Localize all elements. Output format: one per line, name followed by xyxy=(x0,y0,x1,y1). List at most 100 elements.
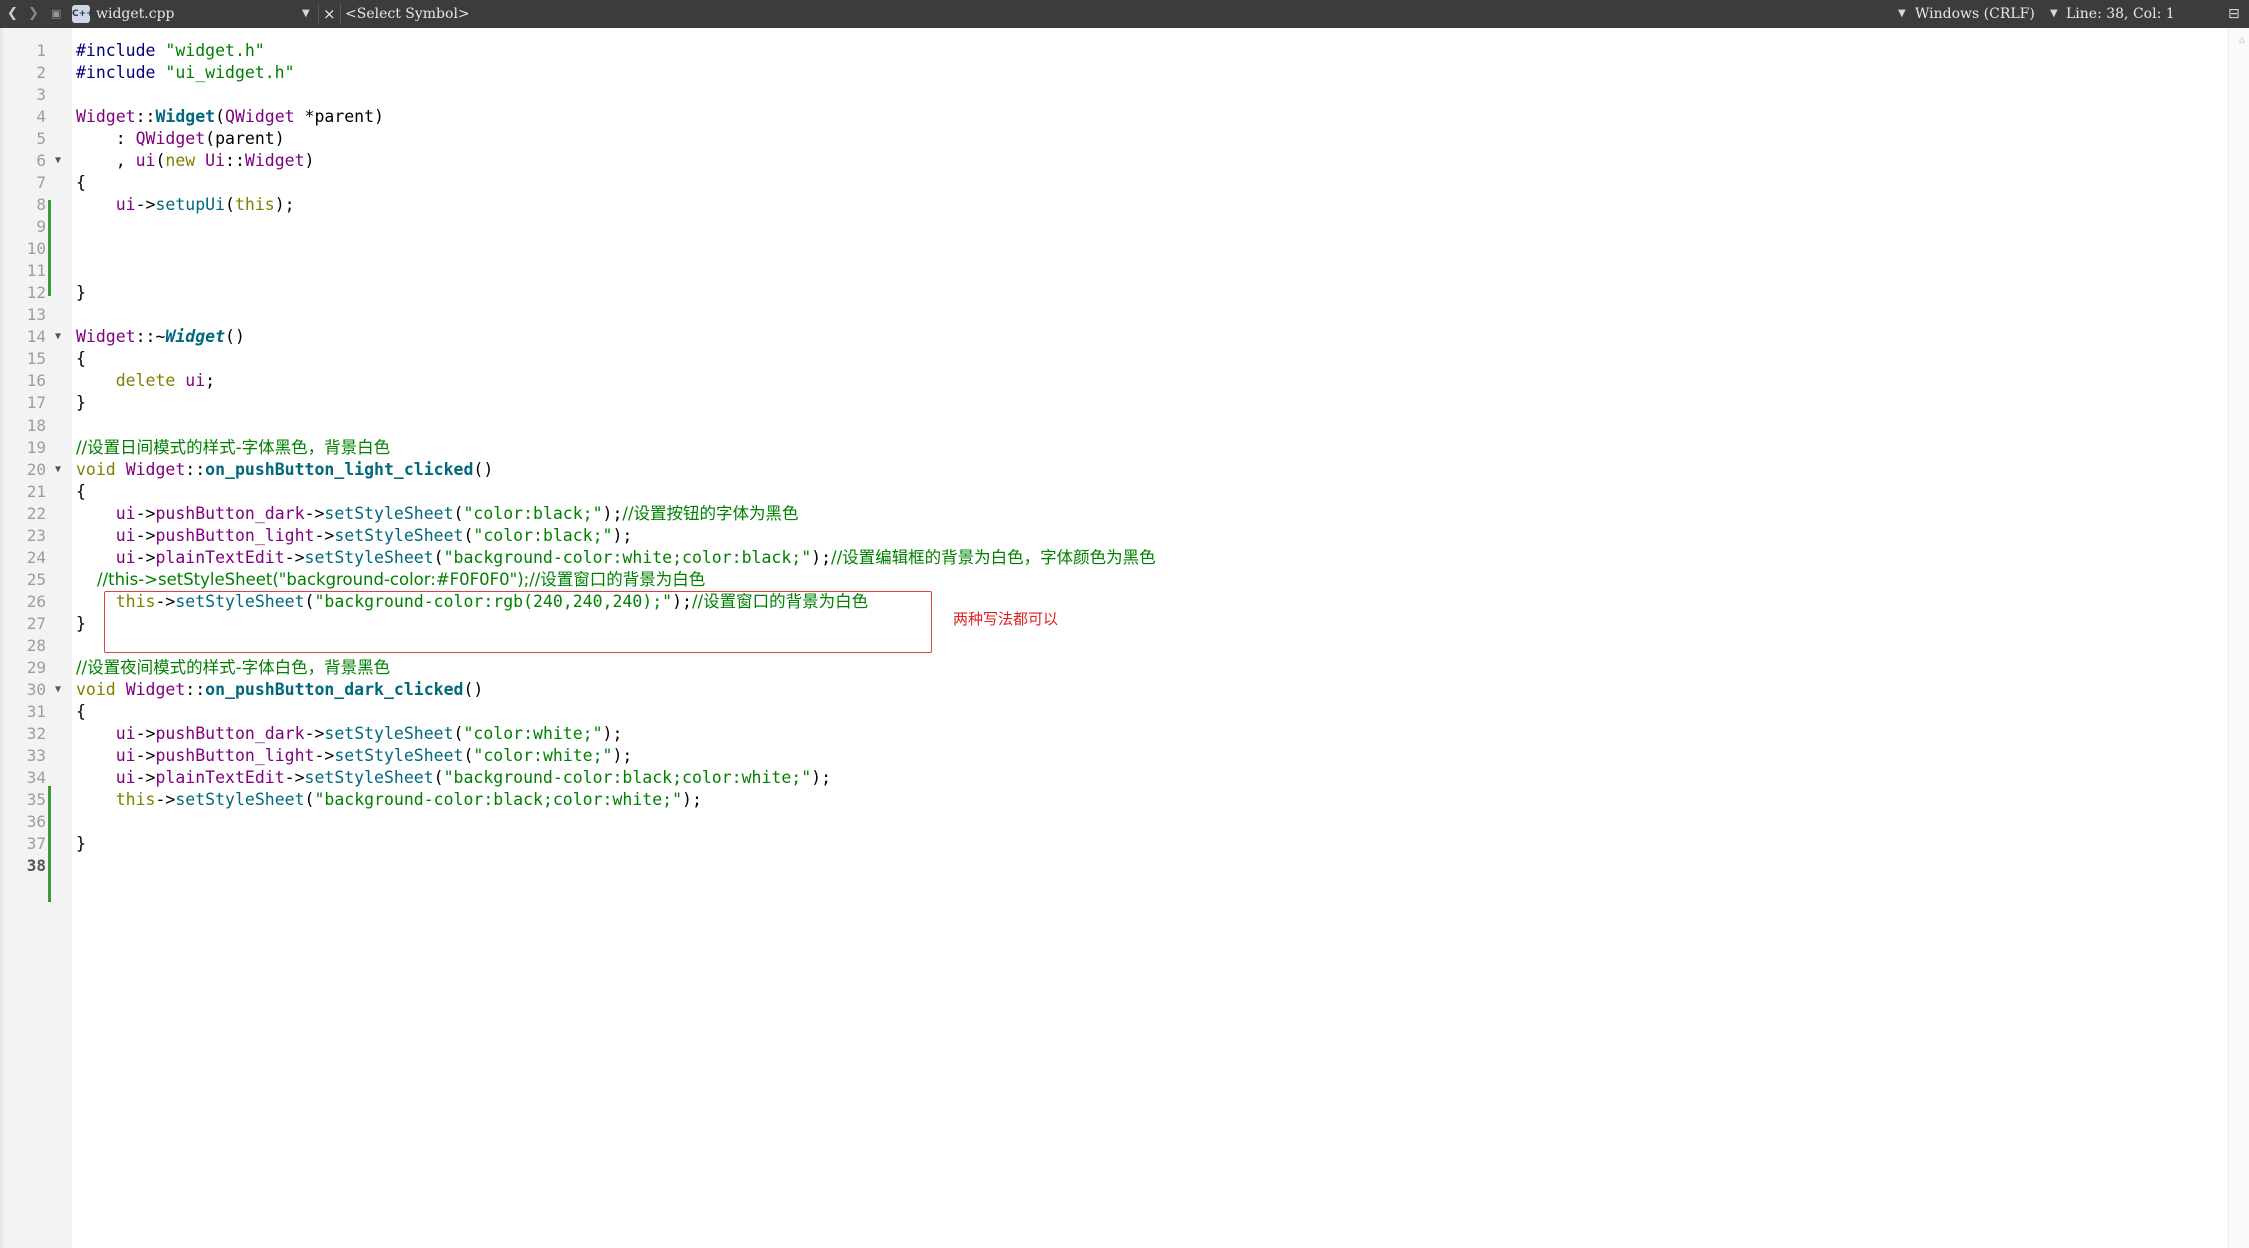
code-line[interactable]: 16 delete ui; xyxy=(0,370,2000,392)
code-token: QWidget xyxy=(225,107,295,127)
code-token: Widget xyxy=(125,679,186,699)
code-token: -> xyxy=(135,195,156,215)
code-line[interactable]: 35 this->setStyleSheet("background-color… xyxy=(0,789,2000,811)
code-line[interactable]: 36 xyxy=(0,811,2000,833)
code-text: { xyxy=(76,348,86,370)
code-line[interactable]: 20 ▼ void Widget::on_pushButton_light_clic… xyxy=(0,459,2000,481)
chevron-down-icon[interactable]: ▼ xyxy=(2050,0,2058,28)
lock-icon[interactable]: ▣ xyxy=(51,0,61,28)
code-line[interactable]: 1 #include "widget.h" xyxy=(0,40,2000,62)
overview-ruler[interactable]: △ xyxy=(2228,28,2249,1248)
code-line[interactable]: 31 { xyxy=(0,701,2000,723)
code-line[interactable]: 2 #include "ui_widget.h" xyxy=(0,62,2000,84)
code-token: setStyleSheet xyxy=(304,547,434,567)
code-token: ); xyxy=(274,195,295,215)
code-line[interactable]: 8 ui->setupUi(this); xyxy=(0,194,2000,216)
line-number: 28 xyxy=(26,635,46,655)
line-number: 32 xyxy=(26,723,46,743)
code-line[interactable]: 13 xyxy=(0,304,2000,326)
code-line[interactable]: 15 { xyxy=(0,348,2000,370)
code-line[interactable]: 19 //设置日间模式的样式-字体黑色，背景白色 xyxy=(0,437,2000,459)
code-line[interactable]: 6 ▼ , ui(new Ui::Widget) xyxy=(0,150,2000,172)
line-number: 35 xyxy=(26,790,46,810)
code-line[interactable]: 30 ▼ void Widget::on_pushButton_dark_click… xyxy=(0,679,2000,701)
code-line[interactable]: 32 ui->pushButton_dark->setStyleSheet("c… xyxy=(0,723,2000,745)
code-line[interactable]: 38 xyxy=(0,855,2000,877)
code-line[interactable]: 29 //设置夜间模式的样式-字体白色，背景黑色 xyxy=(0,657,2000,679)
line-number: 16 xyxy=(26,371,46,391)
code-token: -> xyxy=(304,723,325,743)
code-token: Widget xyxy=(76,107,136,127)
code-line[interactable]: 12} xyxy=(0,282,2000,304)
code-line[interactable]: 10 xyxy=(0,238,2000,260)
code-token: ( xyxy=(304,790,315,810)
code-token: } xyxy=(76,834,86,854)
code-line[interactable]: 24 ui->plainTextEdit->setStyleSheet("bac… xyxy=(0,547,2000,569)
code-token: ( xyxy=(463,525,474,545)
code-text: delete ui; xyxy=(76,370,215,392)
scroll-up-icon[interactable]: △ xyxy=(2239,34,2245,45)
code-token: Widget xyxy=(125,459,186,479)
file-selector[interactable]: widget.cpp xyxy=(96,0,175,28)
chevron-down-icon[interactable]: ▼ xyxy=(1898,0,1906,28)
cursor-position[interactable]: Line: 38, Col: 1 xyxy=(2066,0,2175,28)
fold-toggle-icon[interactable]: ▼ xyxy=(55,326,61,348)
symbol-selector[interactable]: <Select Symbol> xyxy=(345,0,470,28)
fold-toggle-icon[interactable]: ▼ xyxy=(55,459,61,481)
highlight-box xyxy=(104,591,932,653)
code-token: pushButton_dark xyxy=(155,723,305,743)
code-token: { xyxy=(76,349,86,369)
code-line[interactable]: 25 //this->setStyleSheet("background-col… xyxy=(0,569,2000,591)
line-number: 19 xyxy=(26,437,46,457)
code-text: } xyxy=(76,613,86,635)
line-number: 18 xyxy=(26,415,46,435)
line-number: 1 xyxy=(36,41,46,60)
code-token: :: xyxy=(185,459,206,479)
code-line[interactable]: 5 : QWidget(parent) xyxy=(0,128,2000,150)
code-line[interactable]: 34 ui->plainTextEdit->setStyleSheet("bac… xyxy=(0,767,2000,789)
code-line[interactable]: 7{ xyxy=(0,172,2000,194)
code-token: -> xyxy=(135,767,156,787)
code-token: pushButton_light xyxy=(155,745,315,765)
code-line[interactable]: 23 ui->pushButton_light->setStyleSheet("… xyxy=(0,525,2000,547)
split-icon[interactable]: ⊟ xyxy=(2228,0,2240,28)
fold-toggle-icon[interactable]: ▼ xyxy=(55,679,61,701)
code-line[interactable]: 3 xyxy=(0,84,2000,106)
code-token: ); xyxy=(612,745,633,765)
close-icon[interactable]: × xyxy=(323,0,336,28)
chevron-left-icon[interactable]: ❮ xyxy=(7,0,18,28)
fold-toggle-icon[interactable]: ▼ xyxy=(55,150,61,172)
code-token: setStyleSheet xyxy=(334,745,464,765)
code-line[interactable]: 33 ui->pushButton_light->setStyleSheet("… xyxy=(0,745,2000,767)
chevron-right-icon[interactable]: ❯ xyxy=(28,0,39,28)
code-line[interactable]: 17} xyxy=(0,392,2000,414)
chevron-down-icon[interactable]: ▼ xyxy=(302,0,310,28)
line-number: 5 xyxy=(36,129,46,149)
code-text: ui->pushButton_dark->setStyleSheet("colo… xyxy=(76,503,799,525)
line-number: 4 xyxy=(36,107,46,127)
code-editor[interactable]: 1 #include "widget.h" 2 #include "ui_widget… xyxy=(0,28,2249,1248)
code-text: : QWidget(parent) xyxy=(76,128,285,150)
code-token: //设置日间模式的样式-字体黑色，背景白色 xyxy=(76,437,391,457)
code-line[interactable]: 18 xyxy=(0,415,2000,437)
code-line[interactable]: 14 ▼ Widget::~Widget() xyxy=(0,326,2000,348)
code-line[interactable]: 22 ui->pushButton_dark->setStyleSheet("c… xyxy=(0,503,2000,525)
code-line[interactable]: 4 Widget::Widget(QWidget *parent) xyxy=(0,106,2000,128)
line-number: 15 xyxy=(26,349,46,369)
code-token: -> xyxy=(284,767,305,787)
code-line[interactable]: 21 { xyxy=(0,481,2000,503)
code-line[interactable]: 9 xyxy=(0,216,2000,238)
code-token: "widget.h" xyxy=(165,41,265,60)
code-line[interactable]: 11 xyxy=(0,260,2000,282)
code-text: , ui(new Ui::Widget) xyxy=(76,150,315,172)
code-line[interactable]: 37} xyxy=(0,833,2000,855)
line-number: 31 xyxy=(26,701,46,721)
line-ending-selector[interactable]: Windows (CRLF) xyxy=(1915,0,2035,28)
code-token: void xyxy=(76,679,116,699)
code-token: plainTextEdit xyxy=(155,767,285,787)
